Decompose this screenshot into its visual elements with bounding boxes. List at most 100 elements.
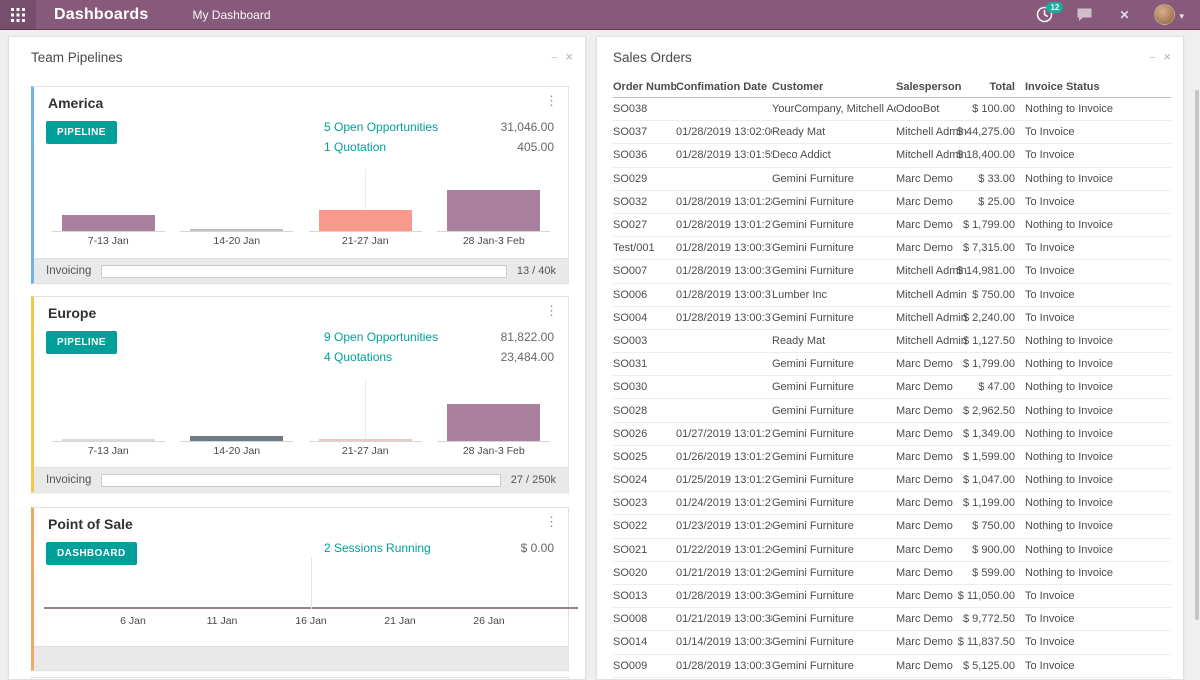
table-row[interactable]: SO01301/28/2019 13:00:38Gemini Furniture…: [613, 585, 1171, 608]
pipeline-button[interactable]: PIPELINE: [46, 331, 117, 354]
close-icon[interactable]: [565, 48, 573, 66]
table-cell: Gemini Furniture: [772, 544, 896, 556]
table-row[interactable]: SO030Gemini FurnitureMarc Demo$ 47.00Not…: [613, 376, 1171, 399]
quotation-link[interactable]: 1 Quotation: [324, 140, 386, 154]
table-row[interactable]: SO003Ready MatMitchell Admin$ 1,127.50No…: [613, 330, 1171, 353]
table-cell: OdooBot: [896, 103, 981, 115]
minimize-icon[interactable]: [1149, 48, 1155, 66]
app-title[interactable]: Dashboards: [54, 6, 148, 24]
table-cell: Nothing to Invoice: [1025, 381, 1171, 393]
table-row[interactable]: SO03701/28/2019 13:02:00Ready MatMitchel…: [613, 121, 1171, 144]
table-row[interactable]: SO029Gemini FurnitureMarc Demo$ 33.00Not…: [613, 168, 1171, 191]
table-row[interactable]: SO038YourCompany, Mitchell AdminOdooBot$…: [613, 98, 1171, 121]
table-row[interactable]: SO00601/28/2019 13:00:37Lumber IncMitche…: [613, 284, 1171, 307]
table-cell: Gemini Furniture: [772, 405, 896, 417]
avatar: [1154, 4, 1175, 25]
table-row[interactable]: SO03601/28/2019 13:01:59Deco AddictMitch…: [613, 144, 1171, 167]
col-confirmation-date[interactable]: Confimation Date: [676, 81, 772, 93]
table-cell: SO020: [613, 567, 676, 579]
open-opportunities-link[interactable]: 9 Open Opportunities: [324, 330, 438, 344]
col-total[interactable]: Total: [981, 81, 1015, 93]
apps-menu-button[interactable]: [0, 0, 36, 30]
table-cell: Ready Mat: [772, 126, 896, 138]
chart-bar: [447, 404, 540, 441]
chart-slot: 28 Jan-3 Feb: [430, 169, 559, 247]
close-icon[interactable]: [1163, 48, 1171, 66]
table-cell: Nothing to Invoice: [1025, 335, 1171, 347]
table-row[interactable]: SO02201/23/2019 13:01:26Gemini Furniture…: [613, 515, 1171, 538]
kebab-menu-icon[interactable]: [545, 303, 558, 319]
systray: 12: [1034, 4, 1200, 25]
table-cell: Test/001: [613, 242, 676, 254]
table-row[interactable]: SO03201/28/2019 13:01:28Gemini Furniture…: [613, 191, 1171, 214]
table-row[interactable]: SO00901/28/2019 13:00:37Gemini Furniture…: [613, 655, 1171, 678]
close-debug-button[interactable]: [1114, 5, 1134, 25]
open-opportunities-link[interactable]: 5 Open Opportunities: [324, 120, 438, 134]
table-cell: Gemini Furniture: [772, 567, 896, 579]
x-axis-label: 28 Jan-3 Feb: [463, 445, 525, 457]
table-row[interactable]: SO028Gemini FurnitureMarc Demo$ 2,962.50…: [613, 399, 1171, 422]
user-menu[interactable]: [1154, 4, 1184, 25]
table-row[interactable]: SO00401/28/2019 13:00:37Gemini Furniture…: [613, 307, 1171, 330]
table-cell: Nothing to Invoice: [1025, 405, 1171, 417]
x-axis-label: 7-13 Jan: [88, 235, 129, 247]
table-cell: YourCompany, Mitchell Admin: [772, 103, 896, 115]
table-cell: Marc Demo: [896, 567, 981, 579]
table-cell: Nothing to Invoice: [1025, 497, 1171, 509]
table-row[interactable]: Test/00101/28/2019 13:00:37Gemini Furnit…: [613, 237, 1171, 260]
table-row[interactable]: SO00801/21/2019 13:00:38Gemini Furniture…: [613, 608, 1171, 631]
kebab-menu-icon[interactable]: [545, 93, 558, 109]
team-pipelines-panel: Team Pipelines America PIPELINE 5 Open O…: [8, 36, 586, 680]
table-cell: $ 14,981.00: [981, 265, 1015, 277]
minimize-icon[interactable]: [551, 48, 557, 66]
col-invoice-status[interactable]: Invoice Status: [1025, 81, 1171, 93]
table-row[interactable]: SO00701/28/2019 13:00:37Gemini Furniture…: [613, 260, 1171, 283]
invoicing-progress-bar: [101, 265, 506, 278]
messages-button[interactable]: [1074, 5, 1094, 25]
top-navbar: Dashboards My Dashboard 12: [0, 0, 1200, 30]
table-cell: $ 47.00: [981, 381, 1015, 393]
chart-baseline: [437, 231, 550, 232]
chart-baseline: [52, 231, 165, 232]
invoicing-value: 27 / 250k: [511, 474, 556, 486]
table-cell: $ 7,315.00: [981, 242, 1015, 254]
table-row[interactable]: SO031Gemini FurnitureMarc Demo$ 1,799.00…: [613, 353, 1171, 376]
chart-baseline: [309, 441, 422, 442]
pipeline-button[interactable]: PIPELINE: [46, 121, 117, 144]
table-row[interactable]: SO01401/14/2019 13:00:38Gemini Furniture…: [613, 631, 1171, 654]
table-row[interactable]: SO02401/25/2019 13:01:27Gemini Furniture…: [613, 469, 1171, 492]
table-row[interactable]: SO02301/24/2019 13:01:27Gemini Furniture…: [613, 492, 1171, 515]
col-order-number[interactable]: Order Number: [613, 81, 676, 93]
menu-my-dashboard[interactable]: My Dashboard: [192, 8, 270, 22]
table-row[interactable]: SO02001/21/2019 13:01:26Gemini Furniture…: [613, 562, 1171, 585]
invoicing-footer: Invoicing 13 / 40k: [34, 258, 568, 283]
table-cell: 01/28/2019 13:02:00: [676, 126, 772, 138]
table-cell: Gemini Furniture: [772, 613, 896, 625]
kebab-menu-icon[interactable]: [545, 514, 558, 530]
table-cell: Nothing to Invoice: [1025, 358, 1171, 370]
col-customer[interactable]: Customer: [772, 81, 896, 93]
table-cell: 01/24/2019 13:01:27: [676, 497, 772, 509]
table-cell: $ 599.00: [981, 567, 1015, 579]
table-row[interactable]: SO01501/28/2019 13:00:38Gemini Furniture…: [613, 678, 1171, 679]
table-row[interactable]: SO02101/22/2019 13:01:26Gemini Furniture…: [613, 539, 1171, 562]
table-cell: Nothing to Invoice: [1025, 544, 1171, 556]
table-row[interactable]: SO02701/28/2019 13:01:27Gemini Furniture…: [613, 214, 1171, 237]
table-row[interactable]: SO02601/27/2019 13:01:27Gemini Furniture…: [613, 423, 1171, 446]
chart-baseline: [180, 441, 293, 442]
table-cell: Gemini Furniture: [772, 428, 896, 440]
quotations-link[interactable]: 4 Quotations: [324, 350, 392, 364]
chart-bar: [319, 439, 412, 441]
chart-bar: [190, 229, 283, 231]
chart-bar: [319, 210, 412, 231]
page-scrollbar-thumb[interactable]: [1195, 90, 1199, 620]
sales-orders-panel: Sales Orders Order Number Confimation Da…: [596, 36, 1184, 680]
table-row[interactable]: SO02501/26/2019 13:01:27Gemini Furniture…: [613, 446, 1171, 469]
table-cell: 01/28/2019 13:00:37: [676, 312, 772, 324]
table-cell: 01/28/2019 13:00:37: [676, 242, 772, 254]
table-cell: Gemini Furniture: [772, 312, 896, 324]
activities-button[interactable]: 12: [1034, 5, 1054, 25]
table-cell: $ 750.00: [981, 520, 1015, 532]
col-salesperson[interactable]: Salesperson: [896, 81, 981, 93]
table-cell: Marc Demo: [896, 196, 981, 208]
